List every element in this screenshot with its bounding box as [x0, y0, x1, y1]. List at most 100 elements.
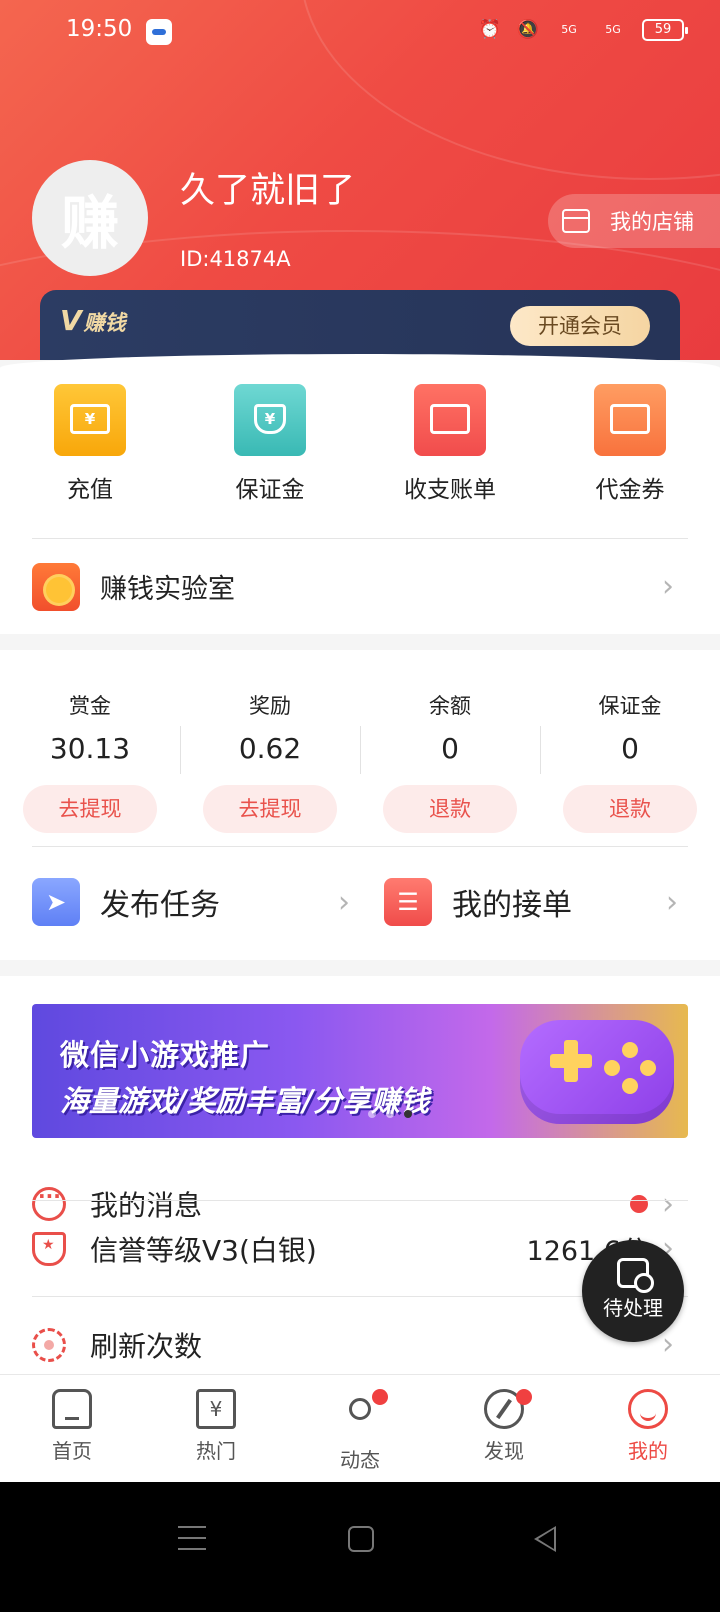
quick-action-recharge[interactable]: ¥ 充值 [0, 384, 180, 504]
quick-actions-card: ¥ 充值 ¥ 保证金 收支账单 代金券 赚钱实验室 › [0, 354, 720, 634]
profile-icon [628, 1389, 668, 1429]
tab-label: 我的 [628, 1439, 668, 1463]
publish-task-button[interactable]: ➤ 发布任务 › [32, 847, 360, 957]
system-navigation-bar [0, 1482, 720, 1612]
balance-title: 余额 [429, 694, 471, 718]
tab-label: 热门 [196, 1439, 236, 1463]
vip-logo-v: V [60, 304, 82, 337]
banner-title: 微信小游戏推广 [60, 1038, 271, 1072]
gamepad-icon [520, 1020, 674, 1124]
store-icon [562, 209, 590, 233]
quick-action-label: 保证金 [235, 477, 305, 503]
chevron-right-icon: › [662, 1327, 674, 1362]
balance-value: 0.62 [238, 732, 302, 765]
refresh-count-label: 刷新次数 [90, 1329, 203, 1363]
home-button-icon[interactable] [348, 1526, 374, 1552]
refresh-icon [32, 1327, 66, 1362]
paper-plane-icon: ➤ [32, 878, 80, 926]
username: 久了就旧了 [180, 171, 356, 211]
quick-action-label: 充值 [67, 477, 113, 503]
broadcast-icon [340, 1398, 380, 1438]
voucher-icon [594, 384, 666, 456]
back-icon[interactable] [534, 1526, 556, 1552]
recent-apps-icon[interactable] [178, 1526, 206, 1550]
notification-dot [516, 1389, 532, 1405]
status-bar: 19:50 ⏰ 🔕 5G 5G 59 [0, 0, 720, 64]
quick-actions-row: ¥ 充值 ¥ 保证金 收支账单 代金券 [0, 384, 720, 504]
task-row: ➤ 发布任务 › ☰ 我的接单 › [32, 846, 688, 956]
quick-action-vouchers[interactable]: 代金券 [540, 384, 720, 504]
coin-lab-icon [32, 562, 80, 611]
quick-action-bills[interactable]: 收支账单 [360, 384, 540, 504]
status-time: 19:50 [66, 16, 133, 42]
vip-card[interactable]: V赚钱 开通会员 [40, 290, 680, 360]
signal-icon: 5G [605, 23, 621, 36]
chevron-right-icon: › [666, 884, 678, 920]
balances-row: 赏金 30.13 去提现 奖励 0.62 去提现 余额 0 退款 保证金 0 退… [0, 690, 720, 833]
refund-deposit-button[interactable]: 退款 [563, 785, 697, 833]
balance-title: 奖励 [249, 694, 291, 718]
tab-label: 首页 [52, 1439, 92, 1463]
balance-bounty: 赏金 30.13 去提现 [0, 690, 180, 833]
home-icon [52, 1389, 92, 1429]
tab-feed[interactable]: 动态 [288, 1375, 432, 1482]
pending-label: 待处理 [603, 1296, 663, 1320]
status-icons: ⏰ 🔕 5G 5G 59 [478, 18, 688, 42]
menu-list-card: 微信小游戏推广 海量游戏/奖励丰富/分享赚钱 我的消息 › 信誉等级V3(白银)… [0, 976, 720, 1412]
balance-value: 0 [441, 732, 459, 765]
balance-title: 保证金 [598, 694, 662, 718]
balance-title: 赏金 [69, 694, 111, 718]
clipboard-icon: ☰ [384, 878, 432, 926]
withdraw-reward-button[interactable]: 去提现 [203, 785, 337, 833]
my-shop-label: 我的店铺 [610, 210, 694, 234]
my-orders-button[interactable]: ☰ 我的接单 › [360, 847, 688, 957]
tab-label: 动态 [340, 1448, 380, 1472]
user-id: ID:41874A [180, 247, 291, 271]
profile-header: 19:50 ⏰ 🔕 5G 5G 59 赚 久了就旧了 ID:41874A 我的店… [0, 0, 720, 360]
balance-value: 0 [621, 732, 639, 765]
quick-action-deposit[interactable]: ¥ 保证金 [180, 384, 360, 504]
tab-hot[interactable]: ¥ 热门 [144, 1375, 288, 1482]
balance-remaining: 余额 0 退款 [360, 690, 540, 833]
my-shop-button[interactable]: 我的店铺 [548, 194, 720, 248]
credit-shield-icon [32, 1231, 66, 1266]
hot-ticket-icon: ¥ [196, 1389, 236, 1429]
tab-discover[interactable]: 发现 [432, 1375, 576, 1482]
promo-banner[interactable]: 微信小游戏推广 海量游戏/奖励丰富/分享赚钱 [32, 1004, 688, 1138]
avatar[interactable]: 赚 [32, 160, 148, 276]
recharge-icon: ¥ [54, 384, 126, 456]
vip-logo-text: 赚钱 [83, 311, 126, 335]
balance-value: 30.13 [49, 732, 131, 765]
notification-app-icon [146, 19, 172, 45]
credit-level-label: 信誉等级V3(白银) [90, 1233, 317, 1267]
mute-icon: 🔕 [516, 19, 540, 40]
withdraw-bounty-button[interactable]: 去提现 [23, 785, 157, 833]
quick-action-label: 收支账单 [404, 477, 496, 503]
quick-action-label: 代金券 [595, 477, 665, 503]
balances-card: 赏金 30.13 去提现 奖励 0.62 去提现 余额 0 退款 保证金 0 退… [0, 650, 720, 960]
alarm-icon: ⏰ [478, 19, 502, 40]
chevron-right-icon: › [338, 884, 350, 920]
balance-reward: 奖励 0.62 去提现 [180, 690, 360, 833]
pending-clock-icon [617, 1258, 654, 1293]
money-lab-row[interactable]: 赚钱实验室 › [32, 538, 688, 634]
bottom-tab-bar: 首页 ¥ 热门 动态 发现 我的 [0, 1374, 720, 1482]
chevron-right-icon: › [662, 569, 674, 604]
vip-logo: V赚钱 [60, 304, 126, 337]
notification-dot [372, 1389, 388, 1405]
tab-label: 发现 [484, 1439, 524, 1463]
signal-icon: 5G [561, 23, 577, 36]
refund-balance-button[interactable]: 退款 [383, 785, 517, 833]
deposit-shield-icon: ¥ [234, 384, 306, 456]
pending-button[interactable]: 待处理 [582, 1240, 684, 1342]
battery-icon: 59 [642, 19, 688, 41]
my-orders-label: 我的接单 [452, 888, 572, 923]
carousel-indicator[interactable] [368, 1110, 412, 1118]
balance-deposit: 保证金 0 退款 [540, 690, 720, 833]
tab-home[interactable]: 首页 [0, 1375, 144, 1482]
money-lab-label: 赚钱实验室 [100, 574, 235, 605]
publish-task-label: 发布任务 [100, 888, 220, 923]
wallet-icon [414, 384, 486, 456]
open-vip-button[interactable]: 开通会员 [510, 306, 650, 346]
tab-me[interactable]: 我的 [576, 1375, 720, 1482]
